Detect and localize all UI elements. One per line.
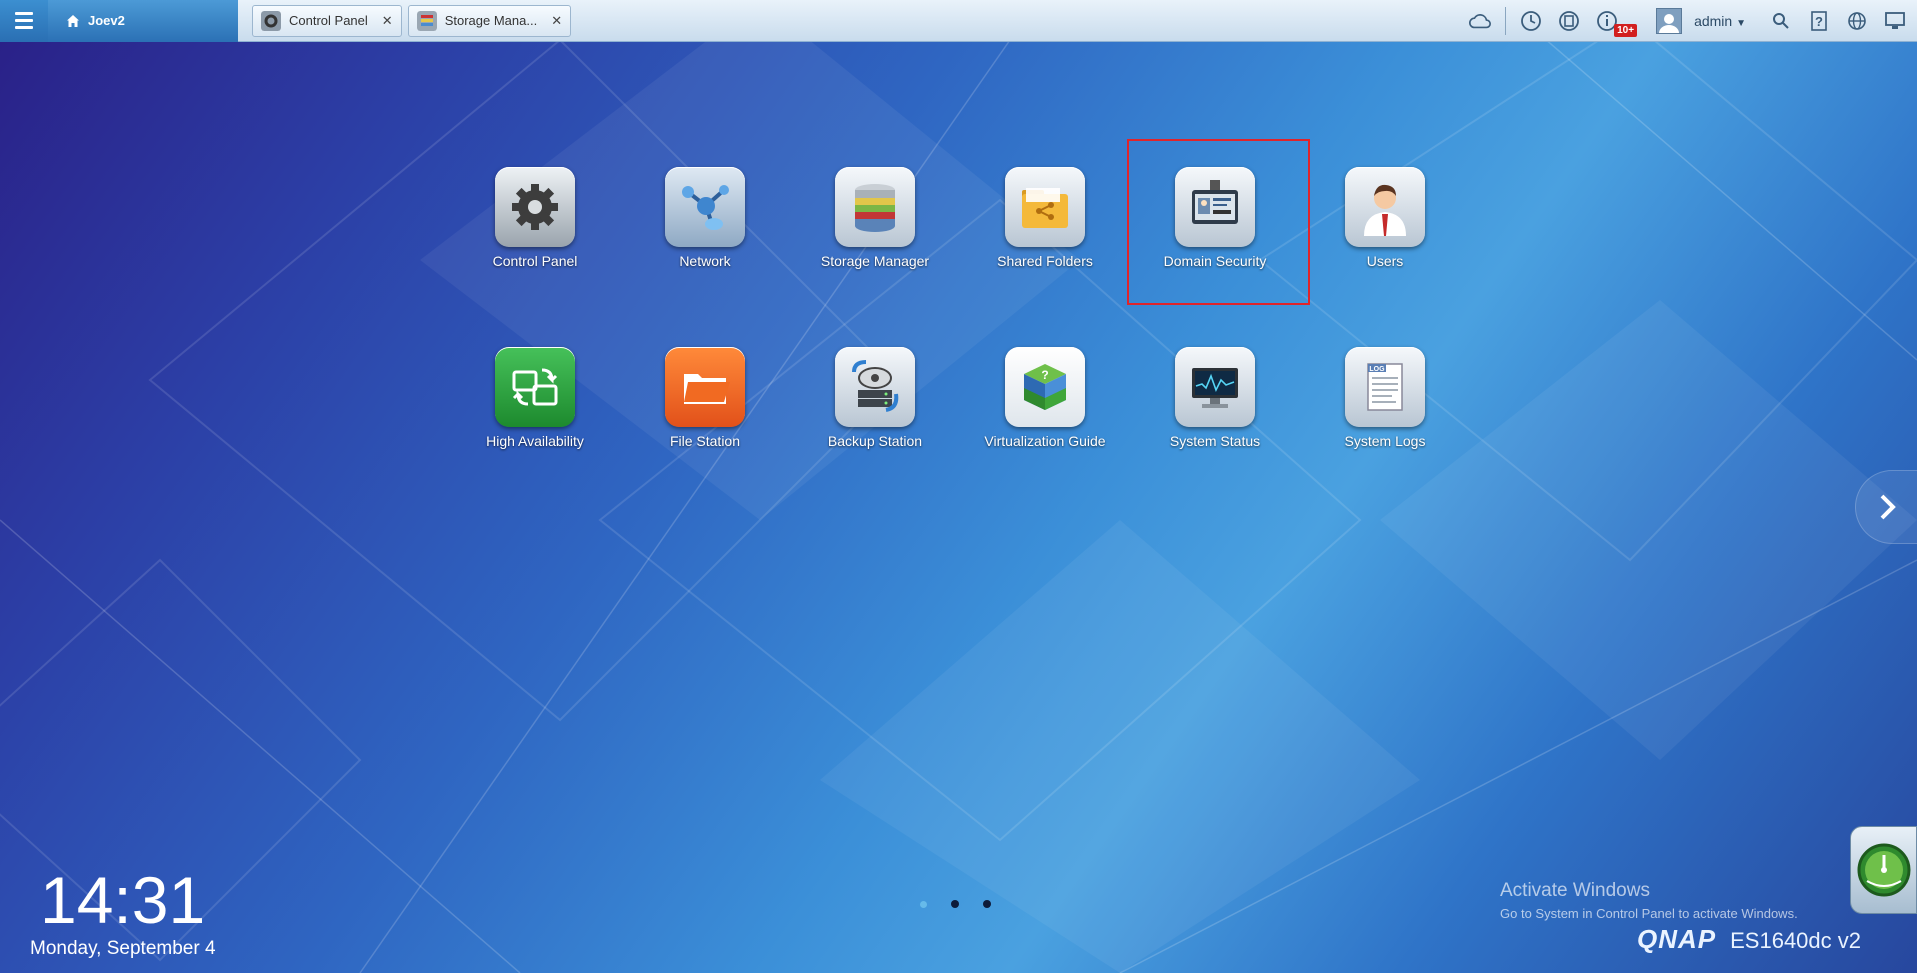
dashboard-button[interactable] <box>1850 826 1917 914</box>
app-label: Storage Manager <box>820 253 930 269</box>
help-icon[interactable]: ? <box>1807 9 1831 33</box>
folder-icon <box>665 347 745 427</box>
chevron-down-icon: ▼ <box>1736 18 1746 29</box>
app-shared-folders[interactable]: Shared Folders <box>970 167 1120 269</box>
svg-text:?: ? <box>1815 14 1823 29</box>
brand-logo: QNAP <box>1637 924 1717 954</box>
cube-icon: ? <box>1005 347 1085 427</box>
app-backup-station[interactable]: Backup Station <box>800 347 950 449</box>
top-taskbar: Joev2 Control Panel ✕ Storage Mana... ✕ … <box>0 0 1917 42</box>
network-icon <box>665 167 745 247</box>
page-dot[interactable] <box>983 900 991 908</box>
app-label: Control Panel <box>492 253 578 269</box>
svg-text:?: ? <box>1041 368 1048 382</box>
gear-icon <box>495 167 575 247</box>
app-virtualization-guide[interactable]: ? Virtualization Guide <box>970 347 1120 449</box>
close-icon[interactable]: ✕ <box>382 13 393 29</box>
gauge-icon <box>1857 843 1910 897</box>
event-notification-icon[interactable]: 10+ <box>1595 9 1638 37</box>
close-icon[interactable]: ✕ <box>551 13 562 29</box>
app-label: System Status <box>1169 433 1261 449</box>
cloud-icon[interactable] <box>1468 9 1492 33</box>
user-menu[interactable]: admin ▼ <box>1694 13 1746 29</box>
app-file-station[interactable]: File Station <box>630 347 780 449</box>
app-label: System Logs <box>1344 433 1426 449</box>
menu-icon <box>15 12 33 15</box>
system-tray: 10+ admin ▼ ? <box>1461 0 1917 42</box>
external-device-icon[interactable] <box>1557 9 1581 33</box>
monitor-icon <box>1175 347 1255 427</box>
app-label: File Station <box>669 433 741 449</box>
shared-folder-icon <box>1005 167 1085 247</box>
home-icon <box>67 14 79 27</box>
app-system-status[interactable]: System Status <box>1140 347 1290 449</box>
chevron-right-icon <box>1880 494 1896 520</box>
notification-badge: 10+ <box>1614 24 1638 37</box>
desktop-date: Monday, September 4 <box>30 938 216 959</box>
activate-windows-watermark: Activate Windows Go to System in Control… <box>1500 880 1798 921</box>
page-dot[interactable] <box>920 900 927 908</box>
tab-label: Storage Mana... <box>444 13 538 28</box>
app-label: Shared Folders <box>997 253 1093 269</box>
app-users[interactable]: Users <box>1310 167 1460 269</box>
tab-control-panel[interactable]: Control Panel ✕ <box>252 4 402 37</box>
avatar[interactable] <box>1656 8 1683 34</box>
page-dot[interactable] <box>951 900 959 908</box>
desktop-preferences-icon[interactable] <box>1883 9 1907 33</box>
tab-label: Control Panel <box>289 13 368 28</box>
disk-stack-icon <box>835 167 915 247</box>
model-name: ES1640dc v2 <box>1730 928 1861 953</box>
activate-subtitle: Go to System in Control Panel to activat… <box>1500 906 1798 921</box>
language-icon[interactable] <box>1845 9 1869 33</box>
gear-icon <box>261 10 281 31</box>
app-label: Backup Station <box>827 433 923 449</box>
svg-text:LOG: LOG <box>1369 366 1385 373</box>
next-page-button[interactable] <box>1855 470 1917 544</box>
activate-title: Activate Windows <box>1500 880 1650 901</box>
page-indicator <box>920 900 991 908</box>
log-icon: LOG <box>1345 347 1425 427</box>
user-icon <box>1345 167 1425 247</box>
main-menu-button[interactable] <box>0 0 48 42</box>
sync-icon <box>495 347 575 427</box>
home-tab-label: Joev2 <box>88 13 125 28</box>
app-storage-manager[interactable]: Storage Manager <box>800 167 950 269</box>
background-tasks-icon[interactable] <box>1519 9 1543 33</box>
app-label: Virtualization Guide <box>984 433 1106 449</box>
desktop-clock: 14:31 <box>40 863 206 937</box>
app-high-availability[interactable]: High Availability <box>460 347 610 449</box>
search-icon[interactable] <box>1769 9 1793 33</box>
app-control-panel[interactable]: Control Panel <box>460 167 610 269</box>
app-network[interactable]: Network <box>630 167 780 269</box>
app-label: Users <box>1366 253 1404 269</box>
tab-storage-manager[interactable]: Storage Mana... ✕ <box>407 4 572 37</box>
username: admin <box>1694 13 1733 29</box>
desktop-background <box>0 0 1917 973</box>
home-tab[interactable]: Joev2 <box>48 0 238 42</box>
app-system-logs[interactable]: LOG System Logs <box>1310 347 1460 449</box>
app-label: Network <box>679 253 731 269</box>
brand: QNAP ES1640dc v2 <box>1637 924 1861 955</box>
highlight-box <box>1127 139 1310 305</box>
backup-icon <box>835 347 915 427</box>
app-label: High Availability <box>486 433 584 449</box>
disk-stack-icon <box>416 10 437 31</box>
